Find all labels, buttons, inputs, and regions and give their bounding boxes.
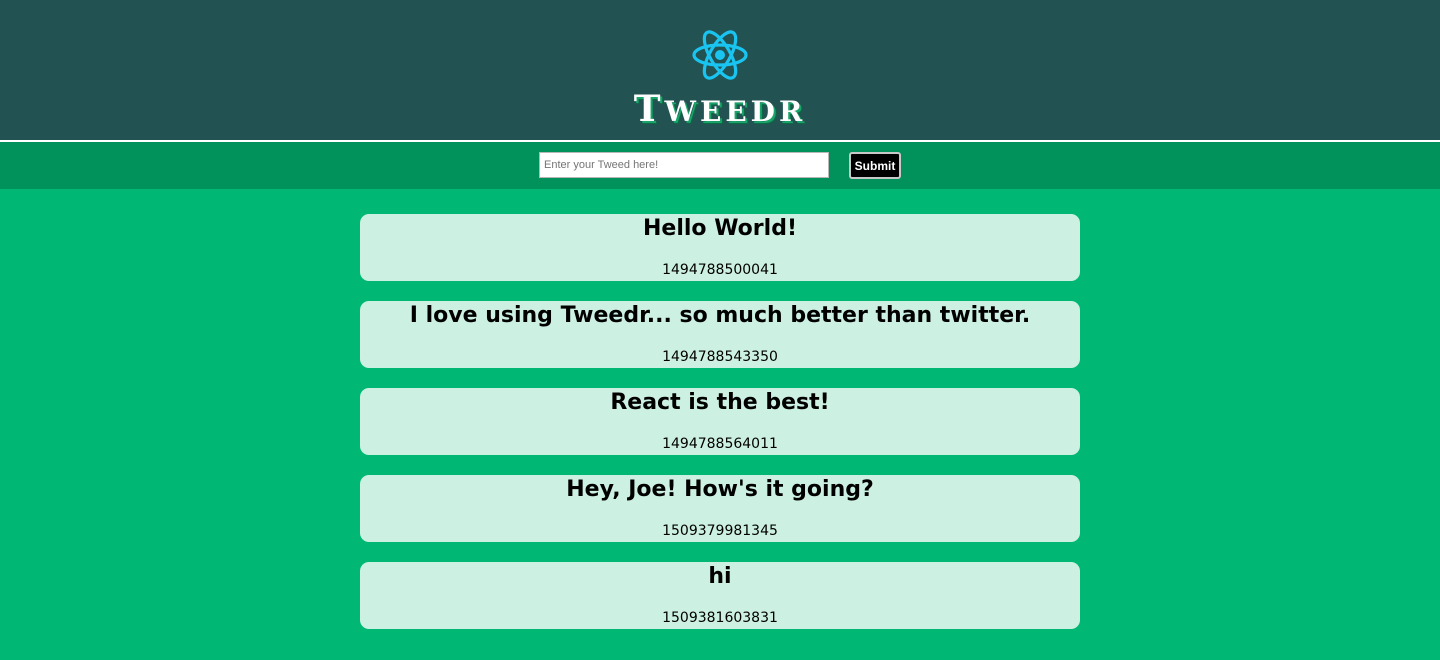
tweed-timestamp: 1494788564011 [662,436,778,452]
tweed-card: Hey, Joe! How's it going? 1509379981345 [360,475,1080,542]
app-header: TWEEDR [0,0,1440,142]
tweed-card: React is the best! 1494788564011 [360,388,1080,455]
app-title: TWEEDR [0,86,1440,135]
tweed-text: I love using Tweedr... so much better th… [409,303,1031,328]
tweed-timestamp: 1509379981345 [662,523,778,539]
tweed-timestamp: 1494788543350 [662,349,778,365]
tweed-card: Hello World! 1494788500041 [360,214,1080,281]
tweed-text: React is the best! [610,390,830,415]
tweed-timestamp: 1494788500041 [662,262,778,278]
tweed-text: Hey, Joe! How's it going? [566,477,874,502]
tweed-list: Hello World! 1494788500041 I love using … [360,214,1080,649]
app-title-rest: WEEDR [664,95,807,128]
tweed-text: Hello World! [643,216,797,241]
tweed-card: I love using Tweedr... so much better th… [360,301,1080,368]
tweed-timestamp: 1509381603831 [662,610,778,626]
tweed-card: hi 1509381603831 [360,562,1080,629]
tweed-text: hi [708,564,732,589]
tweed-input[interactable] [539,152,829,178]
tweed-compose-bar: Submit [0,142,1440,189]
submit-button[interactable]: Submit [849,152,901,179]
app-title-initial: T [633,88,665,130]
react-atom-icon [692,30,748,80]
